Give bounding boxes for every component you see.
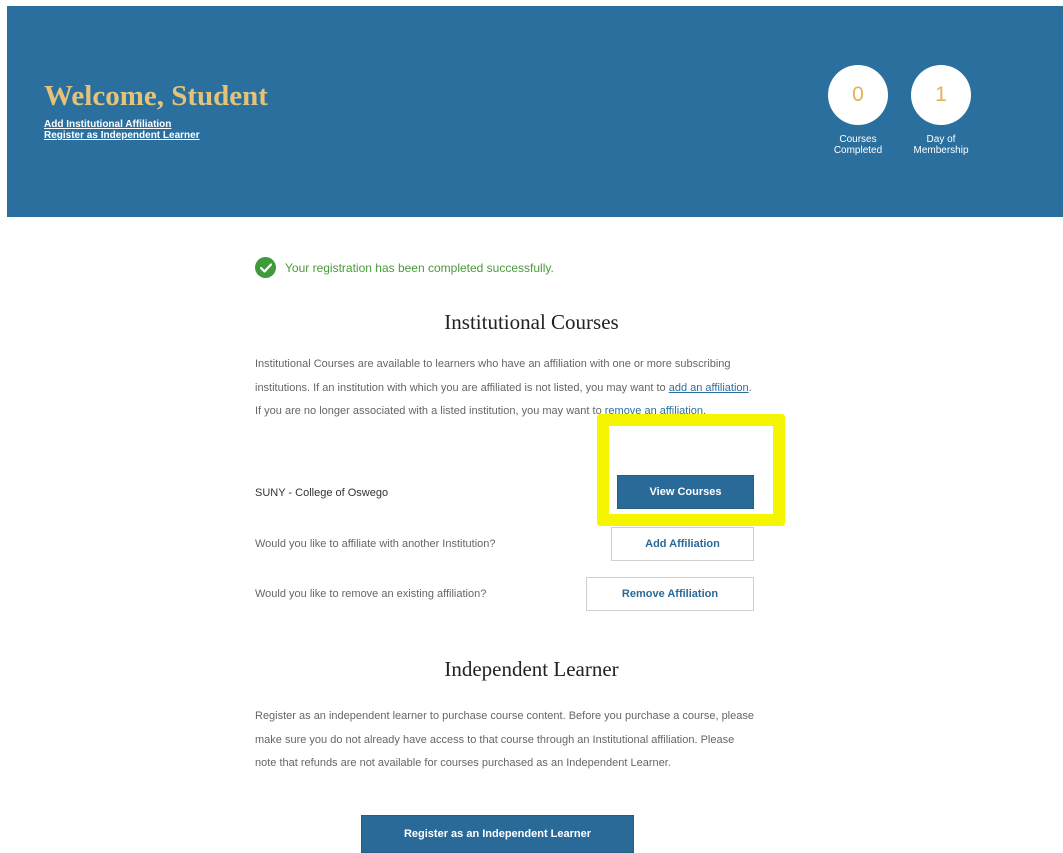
view-courses-button[interactable]: View Courses [617,475,754,509]
success-message: Your registration has been completed suc… [285,260,554,275]
welcome-title: Welcome, Student [44,80,268,112]
success-alert: Your registration has been completed suc… [255,257,554,278]
courses-completed-label: Courses Completed [833,134,883,156]
institutional-courses-heading: Institutional Courses [444,310,619,334]
add-affiliation-link[interactable]: Add Institutional Affiliation [44,119,171,130]
courses-completed-count: 0 [828,65,888,125]
courses-completed-stat: 0 Courses Completed [818,65,898,156]
institutional-description: Institutional Courses are available to l… [255,358,752,417]
remove-affiliation-inline-link[interactable]: remove an affiliation [605,405,703,417]
independent-learner-heading: Independent Learner [444,657,619,681]
add-affiliation-button[interactable]: Add Affiliation [611,527,754,561]
independent-description: Register as an independent learner to pu… [255,710,754,769]
remove-question: Would you like to remove an existing aff… [255,588,487,600]
highlight-box [597,414,785,526]
add-affiliation-inline-link[interactable]: add an affiliation [669,382,749,394]
membership-days-label: Day of Membership [913,134,969,156]
remove-affiliation-button[interactable]: Remove Affiliation [586,577,754,611]
register-independent-link[interactable]: Register as Independent Learner [44,130,200,141]
membership-days-count: 1 [911,65,971,125]
affiliate-question: Would you like to affiliate with another… [255,538,496,550]
institution-name: SUNY - College of Oswego [255,487,389,499]
check-circle-icon [255,257,276,278]
register-independent-button[interactable]: Register as an Independent Learner [361,815,634,853]
membership-days-stat: 1 Day of Membership [901,65,981,156]
header-banner: Welcome, Student Add Institutional Affil… [7,6,1063,217]
